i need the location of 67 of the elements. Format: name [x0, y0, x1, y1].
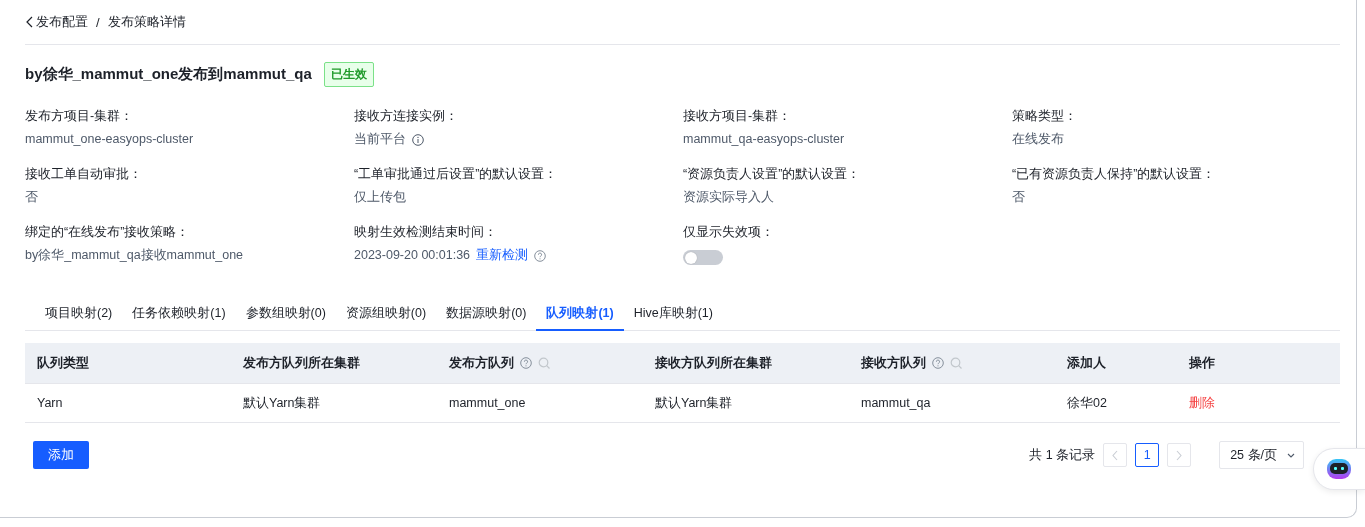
tab[interactable]: 数据源映射(0)	[436, 299, 537, 331]
page-button[interactable]: 1	[1135, 443, 1160, 467]
tab[interactable]: 项目映射(2)	[35, 299, 123, 331]
field-label: 发布方项目-集群：	[25, 109, 135, 124]
add-button[interactable]: 添加	[33, 441, 89, 469]
field-label: 绑定的“在线发布”接收策略：	[25, 225, 191, 240]
field-label: 映射生效检测结束时间：	[354, 225, 498, 240]
field-value: mammut_qa-easyops-cluster	[683, 132, 845, 147]
table-cell: 默认Yarn集群	[655, 395, 733, 410]
tab[interactable]: 任务依赖映射(1)	[122, 299, 236, 331]
table-cell: 默认Yarn集群	[243, 395, 321, 410]
field-value: 否	[25, 190, 38, 205]
field-value: 资源实际导入人	[683, 190, 774, 205]
table-cell: Yarn	[37, 396, 63, 410]
recheck-link[interactable]: 重新检测	[476, 248, 529, 263]
page-title: by徐华_mammut_one发布到mammut_qa	[25, 65, 312, 84]
field-label: “资源负责人设置”的默认设置：	[683, 167, 862, 182]
field-label: 接收方连接实例：	[354, 109, 459, 124]
field-label: “工单审批通过后设置”的默认设置：	[354, 167, 559, 182]
caret-down-icon	[1287, 452, 1295, 458]
breadcrumb-current: 发布策略详情	[107, 13, 186, 31]
prev-page-button[interactable]	[1103, 443, 1128, 467]
field-label: 仅显示失效项：	[683, 225, 775, 240]
table-cell: 徐华02	[1067, 395, 1107, 410]
search-icon[interactable]	[538, 357, 550, 369]
toggle-switch[interactable]	[683, 250, 723, 265]
page-size-select[interactable]: 25 条/页	[1219, 441, 1304, 469]
field-value: 2023-09-20 00:01:36	[354, 248, 471, 263]
field-value: 否	[1012, 190, 1025, 205]
column-header: 发布方队列所在集群	[243, 354, 360, 372]
chevron-right-icon	[1175, 449, 1184, 461]
field-label: 接收方项目-集群：	[683, 109, 793, 124]
help-icon	[520, 357, 532, 369]
field-label: 策略类型：	[1012, 109, 1078, 124]
tab[interactable]: 参数组映射(0)	[235, 299, 336, 331]
tab[interactable]: Hive库映射(1)	[623, 299, 723, 331]
column-header: 接收方队列所在集群	[655, 354, 772, 372]
status-badge: 已生效	[323, 62, 374, 87]
help-icon	[932, 357, 944, 369]
table-cell: mammut_one	[449, 396, 526, 410]
assistant-button[interactable]	[1313, 448, 1365, 490]
total-records: 共 1 条记录	[1029, 446, 1096, 464]
search-icon[interactable]	[950, 357, 962, 369]
tab[interactable]: 队列映射(1)	[536, 299, 624, 331]
field-label: “已有资源负责人保持”的默认设置：	[1012, 167, 1217, 182]
chevron-left-icon	[1111, 449, 1120, 461]
back-link[interactable]: 发布配置	[25, 13, 88, 31]
column-header: 队列类型	[37, 354, 89, 372]
field-label: 接收工单自动审批：	[25, 167, 143, 182]
delete-link[interactable]: 删除	[1189, 395, 1215, 410]
chevron-left-icon	[25, 16, 34, 28]
column-header: 操作	[1189, 354, 1215, 372]
info-icon	[412, 133, 424, 146]
field-value: 在线发布	[1012, 132, 1064, 147]
column-header: 接收方队列	[861, 354, 926, 372]
field-value: by徐华_mammut_qa接收mammut_one	[25, 248, 244, 263]
field-value: mammut_one-easyops-cluster	[25, 132, 194, 147]
field-value: 当前平台	[354, 132, 406, 147]
column-header: 发布方队列	[449, 354, 514, 372]
breadcrumb-separator: /	[96, 14, 100, 30]
robot-icon	[1326, 457, 1352, 481]
help-icon	[534, 249, 547, 262]
table-cell: mammut_qa	[861, 396, 931, 410]
tab[interactable]: 资源组映射(0)	[335, 299, 437, 331]
column-header: 添加人	[1067, 354, 1106, 372]
next-page-button[interactable]	[1167, 443, 1192, 467]
field-value: 仅上传包	[354, 190, 406, 205]
